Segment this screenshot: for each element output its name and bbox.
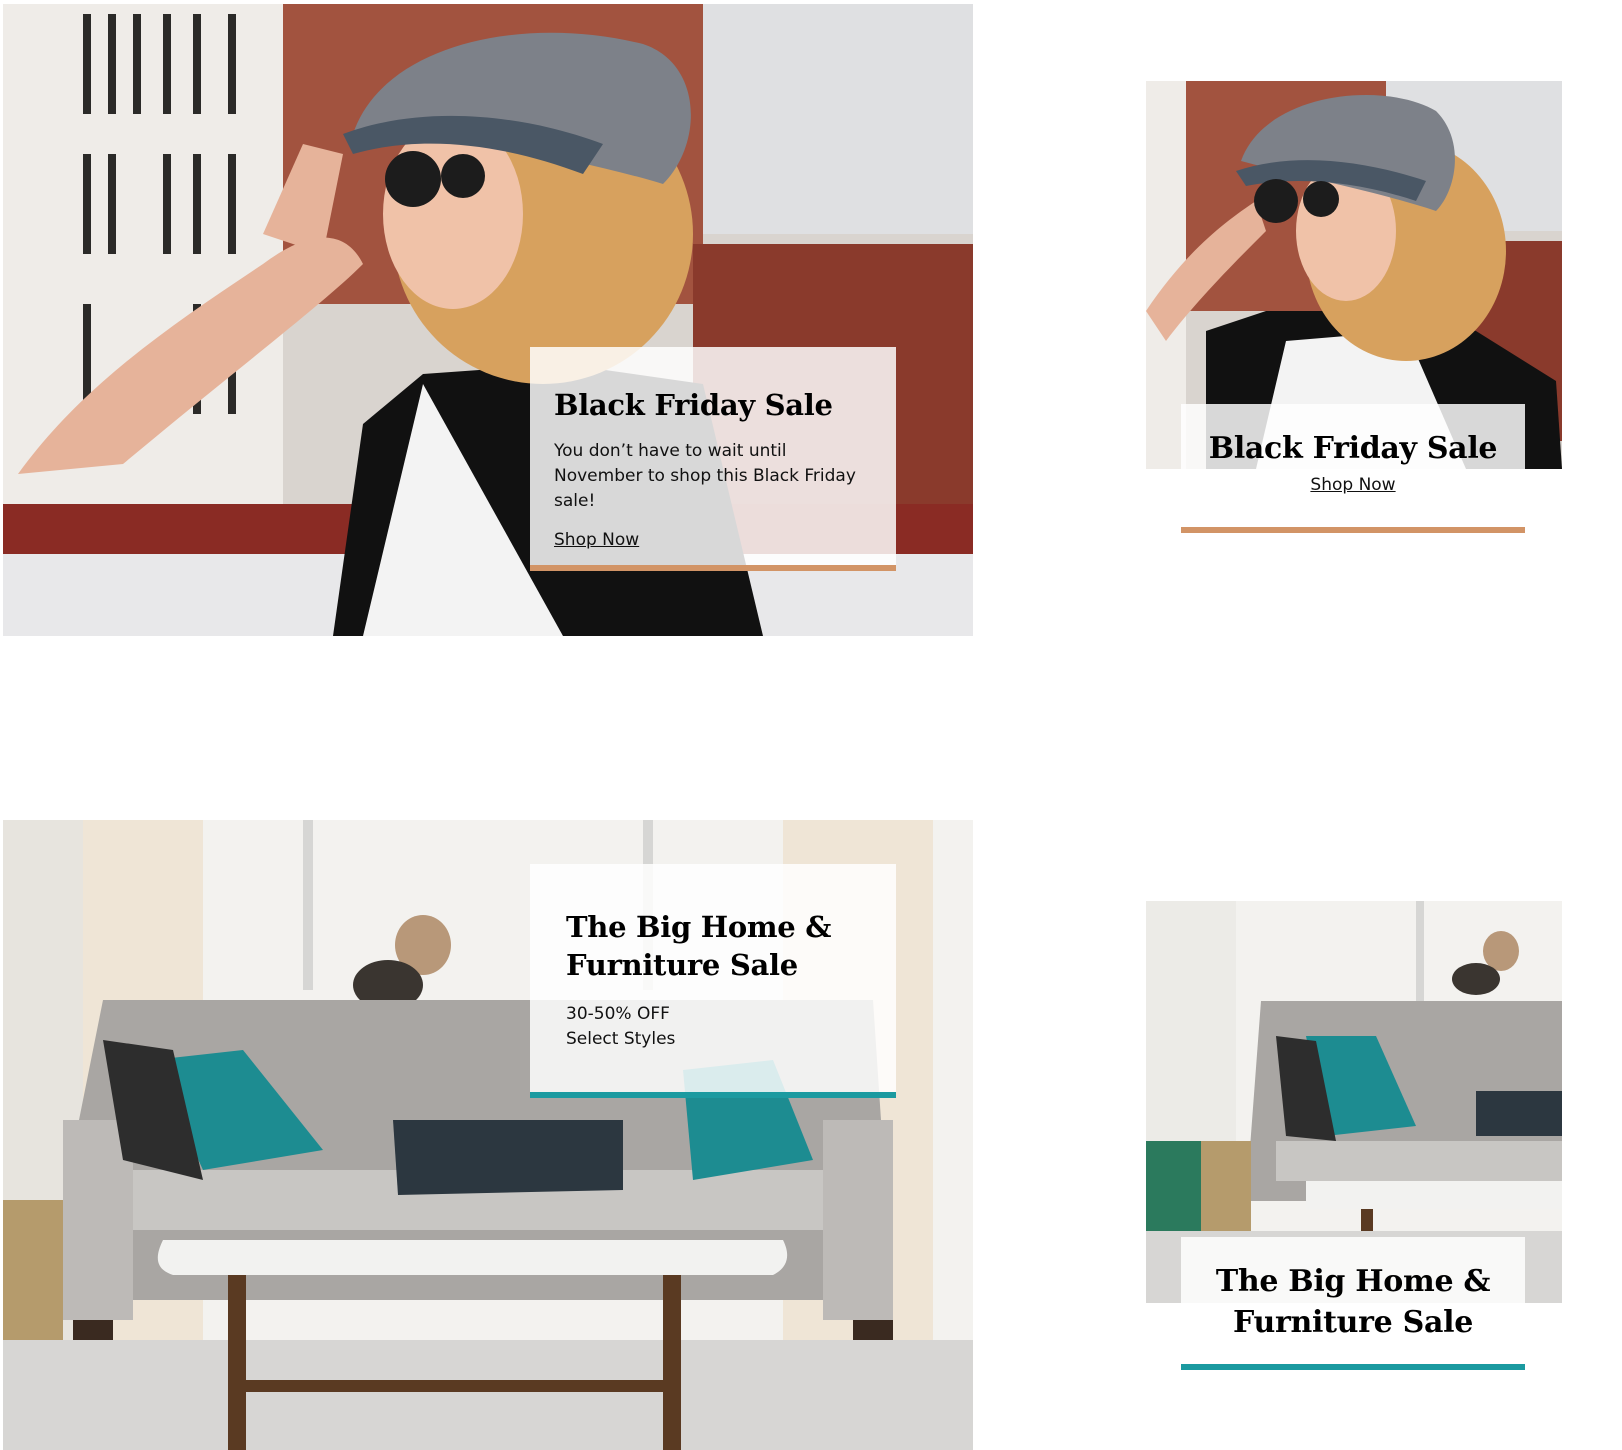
black-friday-accent-bar xyxy=(1181,527,1525,533)
banner-description: 30-50% OFF Select Styles xyxy=(566,1002,896,1052)
banner-title-line: Furniture Sale xyxy=(566,948,798,982)
home-furniture-banner-mobile: The Big Home & Furniture Sale xyxy=(1146,901,1562,1371)
home-furniture-banner-desktop: The Big Home & Furniture Sale 30-50% OFF… xyxy=(3,820,973,1450)
home-furniture-mobile-info-card: The Big Home & Furniture Sale xyxy=(1181,1237,1525,1364)
shop-now-link[interactable]: Shop Now xyxy=(554,530,639,550)
banner-title: The Big Home & Furniture Sale xyxy=(1181,1261,1525,1343)
banner-title: The Big Home & Furniture Sale xyxy=(566,908,896,984)
banner-title-line: The Big Home & xyxy=(566,910,832,944)
home-furniture-accent-bar xyxy=(1181,1364,1525,1370)
home-furniture-accent-bar xyxy=(530,1092,896,1098)
black-friday-accent-bar xyxy=(530,565,896,571)
select-styles-text: Select Styles xyxy=(566,1029,676,1049)
shop-now-link[interactable]: Shop Now xyxy=(1310,475,1395,495)
black-friday-mobile-info-card: Black Friday Sale Shop Now xyxy=(1181,404,1525,527)
black-friday-banner-desktop: Black Friday Sale You don’t have to wait… xyxy=(3,4,973,636)
discount-text: 30-50% OFF xyxy=(566,1004,670,1024)
banner-title-line: The Big Home & xyxy=(1215,1264,1491,1299)
black-friday-banner-mobile: Black Friday Sale Shop Now xyxy=(1146,81,1562,541)
banner-title-line: Furniture Sale xyxy=(1233,1305,1473,1340)
banner-description: You don’t have to wait until November to… xyxy=(554,441,856,511)
home-furniture-info-card: The Big Home & Furniture Sale 30-50% OFF… xyxy=(530,864,896,1092)
banner-title: Black Friday Sale xyxy=(554,388,833,422)
banner-title: Black Friday Sale xyxy=(1208,431,1498,466)
black-friday-info-card: Black Friday Sale You don’t have to wait… xyxy=(530,347,896,565)
